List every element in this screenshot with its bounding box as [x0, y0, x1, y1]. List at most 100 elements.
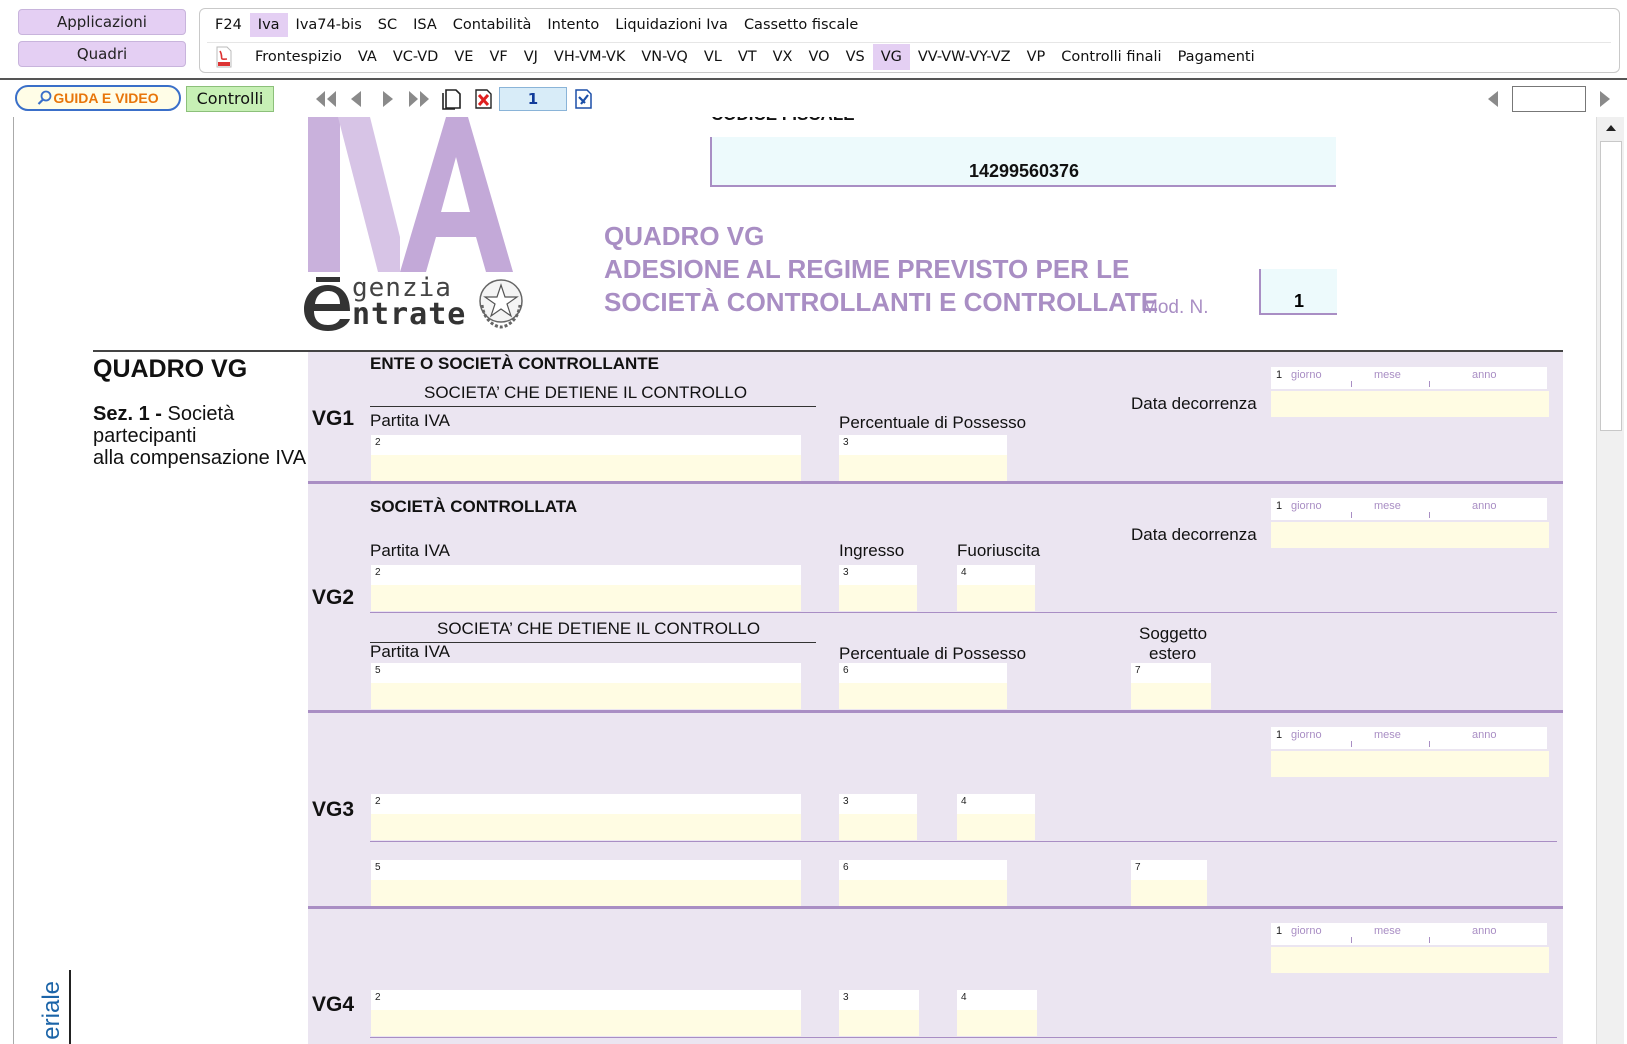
iva-logo [308, 117, 513, 272]
vg2-field-number: 3 [843, 567, 849, 578]
date-num: 1 [1276, 500, 1283, 512]
date-mese: mese [1374, 369, 1401, 381]
side-sez-line3: alla compensazione IVA [93, 447, 307, 469]
date-mese: mese [1374, 729, 1401, 741]
quadro-tab-vs[interactable]: VS [838, 44, 873, 70]
previous-page-icon[interactable] [347, 88, 365, 110]
date-tick [1351, 937, 1352, 943]
quadro-tab-vp[interactable]: VP [1019, 44, 1054, 70]
vg4-field-4[interactable] [957, 990, 1037, 1036]
vg2-partita-iva-field[interactable] [371, 565, 801, 611]
quadro-tab-vf[interactable]: VF [481, 44, 515, 70]
quadro-tab-controlli-finali[interactable]: Controlli finali [1053, 44, 1169, 70]
quadro-tab-vg[interactable]: VG [872, 43, 910, 70]
quadro-tab-vc-vd[interactable]: VC-VD [385, 44, 447, 70]
menu-panel: F24 Iva Iva74-bis SC ISA Contabilità Intento Li… [199, 8, 1620, 73]
new-page-icon[interactable] [440, 88, 464, 110]
quadro-tab-pagamenti[interactable]: Pagamenti [1170, 44, 1263, 70]
quadro-tab-vo[interactable]: VO [800, 44, 837, 70]
vg2-percentuale-field[interactable] [839, 663, 1007, 709]
mod-number-field[interactable]: 1 [1259, 269, 1337, 315]
pdf-icon[interactable] [215, 46, 233, 68]
menu-item-f24[interactable]: F24 [207, 13, 250, 37]
quadro-tab-vv-vw-vy-vz[interactable]: VV-VW-VY-VZ [910, 44, 1019, 70]
vg3-field-7[interactable] [1131, 860, 1207, 906]
toolbar: GUIDA E VIDEO Controlli 1 [0, 82, 1627, 116]
quadro-tab-vt[interactable]: VT [730, 44, 765, 70]
quadro-tab-vl[interactable]: VL [696, 44, 730, 70]
date-input[interactable] [1271, 522, 1549, 548]
date-input[interactable] [1271, 947, 1549, 973]
vg3-date-field[interactable]: 1 giorno mese anno [1271, 727, 1549, 777]
vg3-field-3[interactable] [839, 794, 917, 840]
go-to-page-icon[interactable] [572, 88, 596, 110]
scroll-up-icon[interactable] [1597, 117, 1625, 139]
quadro-tab-ve[interactable]: VE [446, 44, 481, 70]
guida-label: GUIDA E VIDEO [53, 90, 159, 106]
quadro-tab-va[interactable]: VA [350, 44, 385, 70]
menu-item-isa[interactable]: ISA [405, 13, 445, 37]
menu-item-intento[interactable]: Intento [539, 13, 607, 37]
quadri-button[interactable]: Quadri [18, 41, 186, 67]
applicazioni-button[interactable]: Applicazioni [18, 9, 186, 35]
date-input[interactable] [1271, 391, 1549, 417]
vg4-date-field[interactable]: 1 giorno mese anno [1271, 923, 1549, 973]
delete-page-icon[interactable] [472, 88, 496, 110]
vg3-field-2[interactable] [371, 794, 801, 840]
side-title: QUADRO VG [93, 355, 248, 383]
quadro-tab-frontespizio[interactable]: Frontespizio [247, 44, 350, 70]
vg1-partita-iva-field[interactable] [371, 435, 801, 481]
vg2-sub: SOCIETA’ CHE DETIENE IL CONTROLLO [437, 619, 761, 638]
vg1-percentuale-field[interactable] [839, 435, 1007, 481]
date-anno: anno [1472, 729, 1497, 741]
scroll-right-icon[interactable] [1596, 88, 1614, 110]
first-page-icon[interactable] [313, 88, 339, 110]
form-title: QUADRO VG [604, 221, 765, 251]
vg2-fuoriuscita-field[interactable] [957, 565, 1035, 611]
quadro-tab-vj[interactable]: VJ [516, 44, 546, 70]
date-giorno: giorno [1291, 729, 1322, 741]
menu-item-liquidazioni-iva[interactable]: Liquidazioni Iva [607, 13, 736, 37]
vg1-date-field[interactable]: 1 giorno mese anno [1271, 367, 1549, 417]
vg2-partita-iva-2-field[interactable] [371, 663, 801, 709]
vg1-sub: SOCIETA’ CHE DETIENE IL CONTROLLO [424, 383, 748, 402]
last-page-icon[interactable] [406, 88, 432, 110]
vg1-code: VG1 [312, 407, 355, 430]
menu-item-contabilit[interactable]: Contabilità [445, 13, 540, 37]
quadro-tab-vx[interactable]: VX [765, 44, 801, 70]
menu-item-iva[interactable]: Iva [249, 13, 288, 37]
vg3-field-number: 2 [375, 796, 381, 807]
vg2-date-field[interactable]: 1 giorno mese anno [1271, 498, 1549, 548]
codice-fiscale-field[interactable]: 14299560376 [710, 137, 1336, 187]
vg3-field-4[interactable] [957, 794, 1035, 840]
menu-item-iva74-bis[interactable]: Iva74-bis [288, 13, 370, 37]
vg4-field-3[interactable] [839, 990, 919, 1036]
scroll-left-icon[interactable] [1484, 88, 1502, 110]
guida-e-video-button[interactable]: GUIDA E VIDEO [15, 85, 181, 111]
date-input[interactable] [1271, 751, 1549, 777]
vg2-field-number: 2 [375, 567, 381, 578]
vg2-ingresso-field[interactable] [839, 565, 917, 611]
vg2-field-number: 6 [843, 665, 849, 676]
menu-item-cassetto-fiscale[interactable]: Cassetto fiscale [736, 13, 866, 37]
vertical-scrollbar[interactable] [1596, 117, 1624, 1044]
vg4-field-2[interactable] [371, 990, 801, 1036]
scrollbar-thumb[interactable] [1600, 141, 1622, 431]
date-tick [1429, 741, 1430, 747]
vg3-field-6[interactable] [839, 860, 1007, 906]
menu-item-sc[interactable]: SC [370, 13, 405, 37]
page-number-input[interactable]: 1 [499, 87, 567, 111]
vg2-soggetto-estero-field[interactable] [1131, 663, 1211, 709]
vg3-field-5[interactable] [371, 860, 801, 906]
navigation-input[interactable] [1512, 86, 1586, 112]
controlli-button[interactable]: Controlli [186, 86, 274, 112]
vg1-percentuale-label: Percentuale di Possesso [839, 413, 1027, 432]
quadro-tab-vn-vq[interactable]: VN-VQ [633, 44, 695, 70]
vg2-soggetto-label-1: Soggetto [1139, 624, 1208, 643]
codice-fiscale-value: 14299560376 [968, 161, 1080, 181]
quadro-tab-vh-vm-vk[interactable]: VH-VM-VK [546, 44, 633, 70]
next-page-icon[interactable] [379, 88, 397, 110]
row-divider [308, 710, 1563, 713]
date-mese: mese [1374, 925, 1401, 937]
vg2-field-number: 7 [1135, 665, 1141, 676]
